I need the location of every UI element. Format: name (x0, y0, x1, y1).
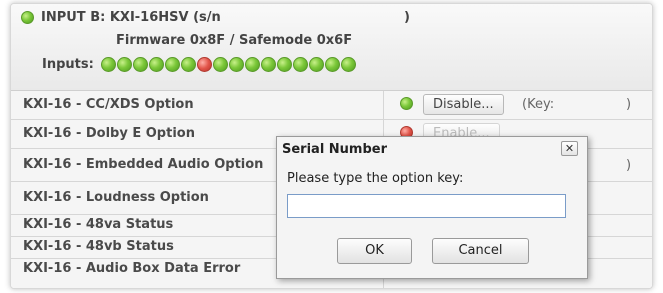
ok-button[interactable]: OK (337, 238, 412, 264)
input-led-3 (133, 57, 149, 72)
firmware-info: Firmware 0x8F / Safemode 0x6F (116, 33, 353, 48)
option-name: KXI-16 - Embedded Audio Option (23, 157, 264, 172)
input-led-12 (277, 57, 293, 72)
status-name: KXI-16 - 48vb Status (23, 239, 174, 254)
device-header: INPUT B: KXI-16HSV (s/n ) Firmware 0x8F … (11, 4, 652, 91)
input-led-15 (325, 57, 341, 72)
key-close-paren: ) (626, 97, 632, 112)
input-led-8 (213, 57, 229, 72)
input-led-1 (101, 57, 117, 72)
input-led-10 (245, 57, 261, 72)
input-led-5 (165, 57, 181, 72)
option-row-cc-xds: KXI-16 - CC/XDS Option Disable... (Key: … (11, 91, 652, 120)
inputs-label: Inputs: (42, 57, 94, 72)
close-icon[interactable]: ✕ (561, 141, 578, 156)
device-model: KXI-16HSV (s/n (109, 10, 221, 25)
option-key-input[interactable] (287, 194, 566, 218)
input-led-9 (229, 57, 245, 72)
key-close-paren: ) (626, 158, 632, 173)
input-led-7 (197, 57, 213, 72)
input-status-leds (101, 57, 357, 72)
cancel-button[interactable]: Cancel (432, 238, 529, 264)
dialog-prompt: Please type the option key: (287, 171, 464, 186)
input-led-6 (181, 57, 197, 72)
input-led-4 (149, 57, 165, 72)
input-led-14 (309, 57, 325, 72)
serial-close-paren: ) (404, 10, 410, 25)
option-name: KXI-16 - CC/XDS Option (23, 97, 194, 112)
input-led-11 (261, 57, 277, 72)
option-status-led (400, 97, 413, 110)
key-label: (Key: (522, 97, 555, 112)
input-label: INPUT B: (41, 10, 106, 25)
option-name: KXI-16 - Loudness Option (23, 190, 209, 205)
status-name: KXI-16 - 48va Status (23, 217, 174, 232)
device-status-led (21, 11, 34, 24)
disable-button[interactable]: Disable... (423, 94, 504, 115)
input-led-13 (293, 57, 309, 72)
serial-number-dialog: Serial Number ✕ Please type the option k… (276, 136, 588, 279)
input-led-2 (117, 57, 133, 72)
status-name: KXI-16 - Audio Box Data Error (23, 261, 241, 276)
input-led-16 (341, 57, 357, 72)
dialog-title: Serial Number (282, 142, 388, 157)
option-name: KXI-16 - Dolby E Option (23, 126, 195, 141)
